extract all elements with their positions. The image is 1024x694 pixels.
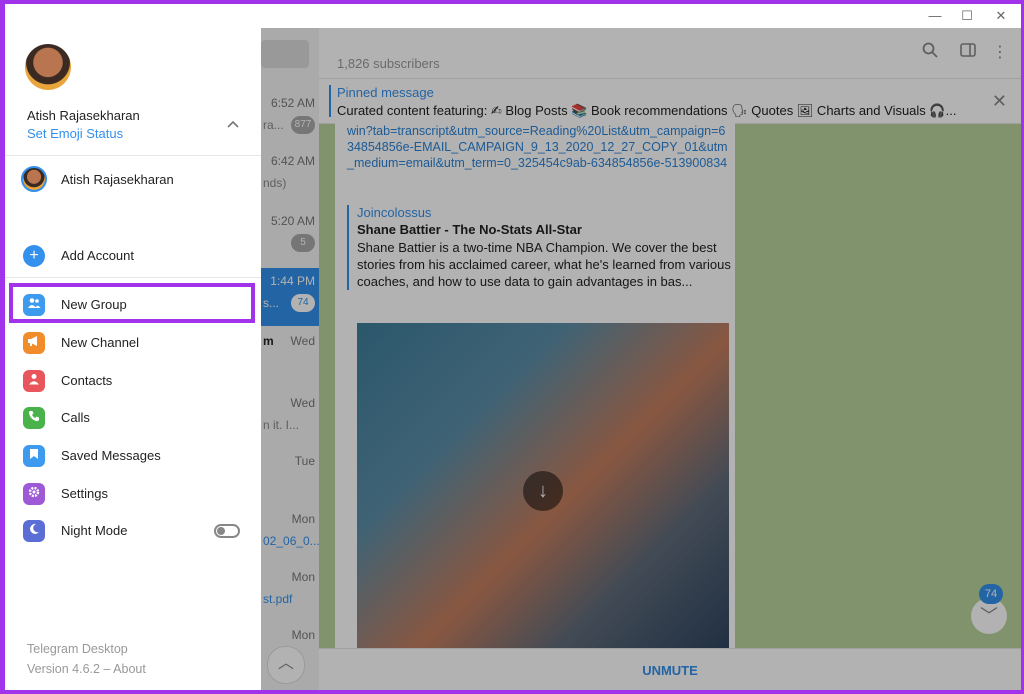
toggle-knob [217,527,225,535]
title-bar: — ☐ ✕ [5,4,1021,28]
menu-item-night-mode[interactable]: Night Mode [5,512,261,550]
menu-item-saved-messages[interactable]: Saved Messages [5,437,261,475]
account-item[interactable]: Atish Rajasekharan [5,158,261,198]
menu-item-label: Add Account [61,248,134,263]
set-emoji-status-link[interactable]: Set Emoji Status [27,126,123,141]
maximize-button[interactable]: ☐ [957,6,977,26]
person-icon [23,370,45,392]
menu-item-label: Saved Messages [61,448,161,463]
menu-item-contacts[interactable]: Contacts [5,362,261,400]
bookmark-icon [23,445,45,467]
user-name: Atish Rajasekharan [27,108,140,123]
minimize-button[interactable]: — [925,6,945,26]
side-menu: Atish Rajasekharan Set Emoji Status Atis… [5,28,261,690]
phone-icon [23,407,45,429]
close-window-button[interactable]: ✕ [991,6,1011,26]
avatar[interactable] [25,44,71,90]
menu-item-new-channel[interactable]: New Channel [5,324,261,362]
chevron-up-icon[interactable] [225,116,241,132]
megaphone-icon [23,332,45,354]
account-name: Atish Rajasekharan [61,172,174,187]
gear-icon [23,483,45,505]
add-account-button[interactable]: + Add Account [5,237,261,275]
highlight-box [9,283,255,323]
app-name: Telegram Desktop [27,642,128,656]
menu-item-calls[interactable]: Calls [5,399,261,437]
app-version-link[interactable]: Version 4.6.2 – About [27,662,146,676]
menu-item-label: Contacts [61,373,113,388]
account-avatar [21,166,47,192]
telegram-window: — ☐ ✕ 6:52 AM ra... 877 6:42 AM nds) 5:2… [5,4,1021,690]
divider [5,155,261,156]
plus-icon: + [23,245,45,267]
dim-overlay[interactable] [261,28,1021,690]
moon-icon [23,520,45,542]
menu-item-label: Settings [61,486,108,501]
menu-item-settings[interactable]: Settings [5,475,261,513]
menu-item-label: Calls [61,410,90,425]
divider [5,277,261,278]
menu-item-label: Night Mode [61,523,128,538]
night-mode-toggle[interactable] [214,524,240,538]
menu-item-label: New Channel [61,335,140,350]
